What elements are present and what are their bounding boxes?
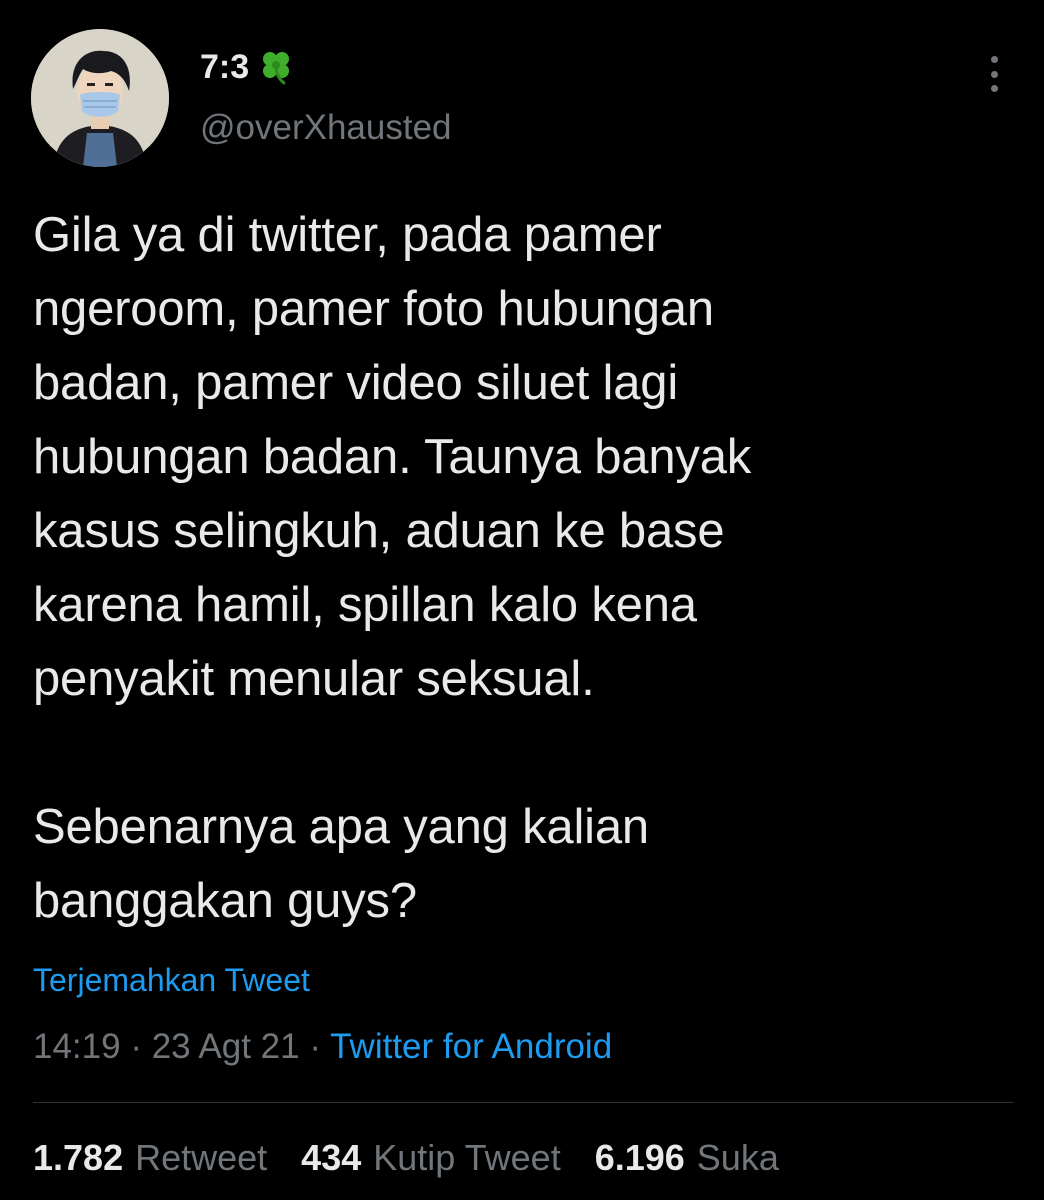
likes-stat[interactable]: 6.196 Suka: [595, 1132, 779, 1184]
author-name-row: 7:3: [200, 42, 295, 92]
user-handle[interactable]: @overXhausted: [200, 106, 452, 150]
divider: [33, 1102, 1014, 1103]
retweet-count: 1.782: [33, 1137, 124, 1178]
tweet-date[interactable]: 23 Agt 21: [152, 1027, 300, 1066]
quotes-stat[interactable]: 434 Kutip Tweet: [301, 1132, 561, 1184]
display-name[interactable]: 7:3: [200, 42, 249, 92]
like-label: Suka: [696, 1137, 779, 1178]
retweets-stat[interactable]: 1.782 Retweet: [33, 1132, 267, 1184]
tweet-source-link[interactable]: Twitter for Android: [330, 1027, 612, 1066]
tweet-text: Gila ya di twitter, pada pamer ngeroom, …: [33, 208, 752, 928]
tweet-detail: 7:3 @overXhausted Gila ya di twitter, pa…: [0, 0, 1044, 1200]
tweet-time[interactable]: 14:19: [33, 1027, 121, 1066]
meta-separator: ·: [299, 1027, 331, 1066]
more-options-icon[interactable]: [976, 52, 1012, 96]
translate-tweet-link[interactable]: Terjemahkan Tweet: [33, 958, 310, 1002]
tweet-meta: 14:19 · 23 Agt 21 · Twitter for Android: [33, 1022, 612, 1072]
like-count: 6.196: [594, 1137, 685, 1178]
four-leaf-clover-icon: [257, 48, 295, 86]
avatar-illustration: [31, 29, 169, 167]
avatar[interactable]: [31, 29, 169, 167]
quote-label: Kutip Tweet: [373, 1137, 561, 1178]
meta-separator: ·: [120, 1027, 152, 1066]
tweet-stats: 1.782 Retweet 434 Kutip Tweet 6.196 Suka: [33, 1132, 779, 1184]
quote-count: 434: [301, 1137, 362, 1178]
retweet-label: Retweet: [135, 1137, 268, 1178]
